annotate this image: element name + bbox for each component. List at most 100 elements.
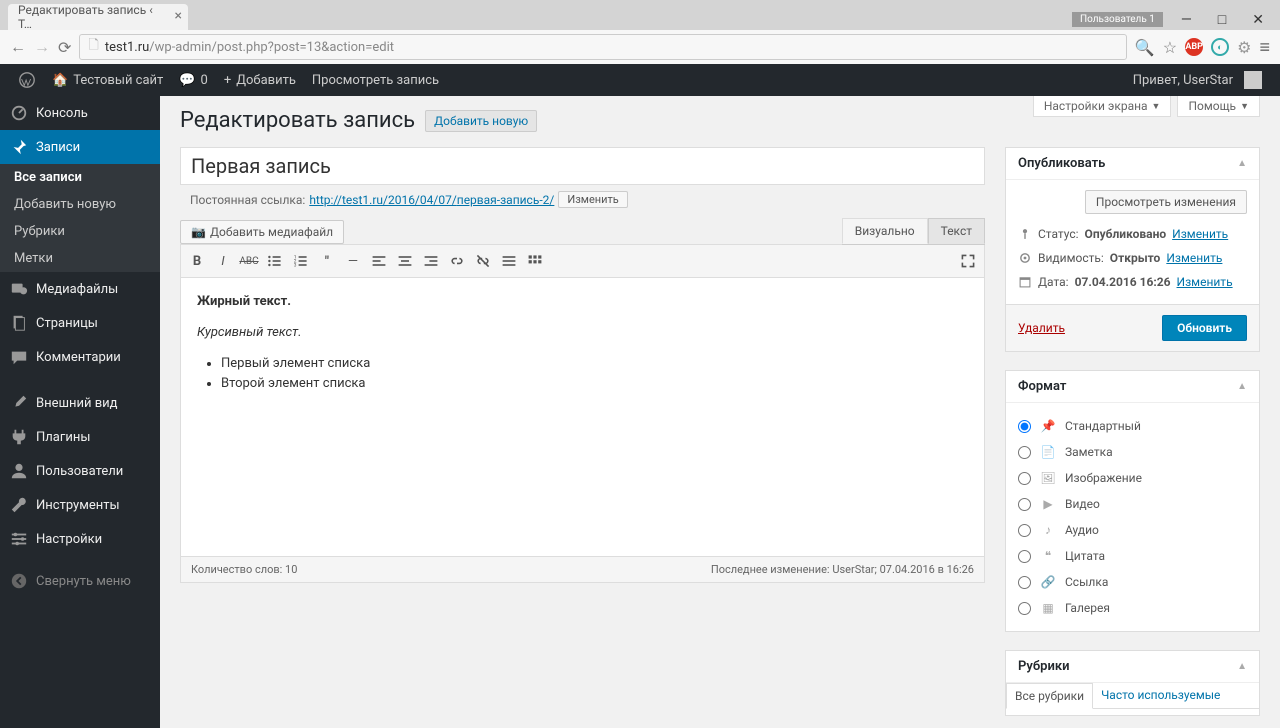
quote-button[interactable]: ": [315, 249, 339, 273]
tab-text[interactable]: Текст: [928, 218, 985, 244]
sidebar-sub-categories[interactable]: Рубрики: [0, 218, 160, 245]
permalink-row: Постоянная ссылка: http://test1.ru/2016/…: [180, 185, 985, 218]
format-video[interactable]: ▶Видео: [1018, 491, 1247, 517]
sidebar-item-comments[interactable]: Комментарии: [0, 340, 160, 374]
zoom-icon[interactable]: 🔍: [1135, 38, 1155, 57]
add-new-link[interactable]: +Добавить: [216, 73, 304, 88]
url-path: /wp-admin/post.php?post=13&action=edit: [149, 40, 394, 55]
reload-icon[interactable]: ⟳: [58, 38, 71, 57]
format-standard[interactable]: 📌Стандартный: [1018, 413, 1247, 439]
more-button[interactable]: [497, 249, 521, 273]
word-count: Количество слов: 10: [191, 563, 297, 576]
category-tab-all[interactable]: Все рубрики: [1006, 683, 1093, 709]
edit-visibility-link[interactable]: Изменить: [1166, 251, 1222, 265]
sidebar-collapse[interactable]: Свернуть меню: [0, 564, 160, 598]
browser-tab[interactable]: Редактировать запись ‹ Т… ×: [8, 4, 188, 30]
media-icon: [10, 280, 28, 298]
editor-content[interactable]: Жирный текст. Курсивный текст. Первый эл…: [180, 277, 985, 557]
align-center-button[interactable]: [393, 249, 417, 273]
page-title: Редактировать запись: [180, 108, 415, 133]
gear-icon[interactable]: ⚙: [1237, 38, 1251, 57]
bold-button[interactable]: B: [185, 249, 209, 273]
view-post-link[interactable]: Просмотреть запись: [304, 73, 447, 88]
list-item: Второй элемент списка: [221, 374, 968, 395]
comments-link[interactable]: 💬0: [171, 73, 216, 88]
forward-icon[interactable]: →: [34, 37, 50, 57]
toolbar-toggle-button[interactable]: [523, 249, 547, 273]
strike-button[interactable]: ABC: [237, 249, 261, 273]
fullscreen-button[interactable]: [956, 249, 980, 273]
permalink-link[interactable]: http://test1.ru/2016/04/07/первая-запись…: [309, 193, 554, 207]
video-icon: ▶: [1039, 495, 1057, 513]
add-media-button[interactable]: 📷Добавить медиафайл: [180, 220, 344, 244]
edit-slug-button[interactable]: Изменить: [558, 191, 627, 208]
post-title-input[interactable]: [180, 147, 985, 185]
sidebar-item-media[interactable]: Медиафайлы: [0, 272, 160, 306]
align-right-button[interactable]: [419, 249, 443, 273]
hr-button[interactable]: —: [341, 249, 365, 273]
format-image[interactable]: 🖼Изображение: [1018, 465, 1247, 491]
tab-title: Редактировать запись ‹ Т…: [18, 3, 158, 31]
sidebar-item-pages[interactable]: Страницы: [0, 306, 160, 340]
note-icon: 📄: [1039, 443, 1057, 461]
format-audio[interactable]: ♪Аудио: [1018, 517, 1247, 543]
sidebar-item-users[interactable]: Пользователи: [0, 454, 160, 488]
tab-close-icon[interactable]: ×: [175, 8, 182, 24]
browser-chrome: Редактировать запись ‹ Т… × Пользователь…: [0, 0, 1280, 64]
add-new-button[interactable]: Добавить новую: [425, 110, 537, 132]
address-bar[interactable]: 🗋 test1.ru /wp-admin/post.php?post=13&ac…: [79, 34, 1126, 60]
collapse-icon[interactable]: ▲: [1237, 158, 1247, 169]
delete-link[interactable]: Удалить: [1018, 321, 1065, 335]
extension-icon[interactable]: ◐: [1211, 38, 1229, 56]
edit-status-link[interactable]: Изменить: [1172, 227, 1228, 241]
minimize-icon[interactable]: —: [1173, 10, 1200, 30]
sidebar-sub-tags[interactable]: Метки: [0, 245, 160, 272]
sidebar-sub-add-new[interactable]: Добавить новую: [0, 191, 160, 218]
help-button[interactable]: Помощь▼: [1177, 96, 1260, 117]
users-icon: [10, 462, 28, 480]
format-link[interactable]: 🔗Ссылка: [1018, 569, 1247, 595]
tab-visual[interactable]: Визуально: [842, 218, 928, 244]
sidebar-item-tools[interactable]: Инструменты: [0, 488, 160, 522]
back-icon[interactable]: ←: [10, 37, 26, 57]
screen-options-button[interactable]: Настройки экрана▼: [1033, 96, 1172, 117]
edit-date-link[interactable]: Изменить: [1177, 275, 1233, 289]
unlink-button[interactable]: [471, 249, 495, 273]
italic-button[interactable]: I: [211, 249, 235, 273]
sidebar-item-settings[interactable]: Настройки: [0, 522, 160, 556]
star-icon[interactable]: ☆: [1163, 38, 1177, 57]
audio-icon: ♪: [1039, 521, 1057, 539]
sidebar-sub-all-posts[interactable]: Все записи: [0, 164, 160, 191]
format-aside[interactable]: 📄Заметка: [1018, 439, 1247, 465]
sidebar-item-dashboard[interactable]: Консоль: [0, 96, 160, 130]
sliders-icon: [10, 530, 28, 548]
ol-button[interactable]: 123: [289, 249, 313, 273]
close-icon[interactable]: ✕: [1244, 10, 1272, 30]
last-edit: Последнее изменение: UserStar; 07.04.201…: [711, 563, 974, 576]
collapse-icon[interactable]: ▲: [1237, 661, 1247, 672]
sidebar-item-appearance[interactable]: Внешний вид: [0, 386, 160, 420]
collapse-icon[interactable]: ▲: [1237, 381, 1247, 392]
category-tab-popular[interactable]: Часто используемые: [1093, 683, 1228, 708]
sidebar-item-plugins[interactable]: Плагины: [0, 420, 160, 454]
abp-icon[interactable]: ABP: [1185, 38, 1203, 56]
user-greeting[interactable]: Привет, UserStar: [1125, 71, 1270, 89]
sidebar-item-posts[interactable]: Записи: [0, 130, 160, 164]
ul-button[interactable]: [263, 249, 287, 273]
preview-button[interactable]: Просмотреть изменения: [1085, 190, 1247, 214]
link-button[interactable]: [445, 249, 469, 273]
italic-text: Курсивный текст.: [197, 325, 302, 340]
brush-icon: [10, 394, 28, 412]
maximize-icon[interactable]: □: [1210, 9, 1234, 30]
align-left-button[interactable]: [367, 249, 391, 273]
camera-icon: 📷: [191, 225, 206, 239]
site-name-link[interactable]: 🏠Тестовый сайт: [44, 73, 171, 88]
wp-logo[interactable]: [10, 71, 44, 89]
menu-icon[interactable]: ≡: [1259, 37, 1270, 58]
format-gallery[interactable]: ▦Галерея: [1018, 595, 1247, 621]
editor-toolbar: B I ABC 123 " —: [180, 244, 985, 277]
caret-down-icon: ▼: [1240, 101, 1249, 112]
update-button[interactable]: Обновить: [1162, 315, 1247, 341]
format-quote[interactable]: ❝Цитата: [1018, 543, 1247, 569]
user-badge[interactable]: Пользователь 1: [1072, 12, 1163, 27]
